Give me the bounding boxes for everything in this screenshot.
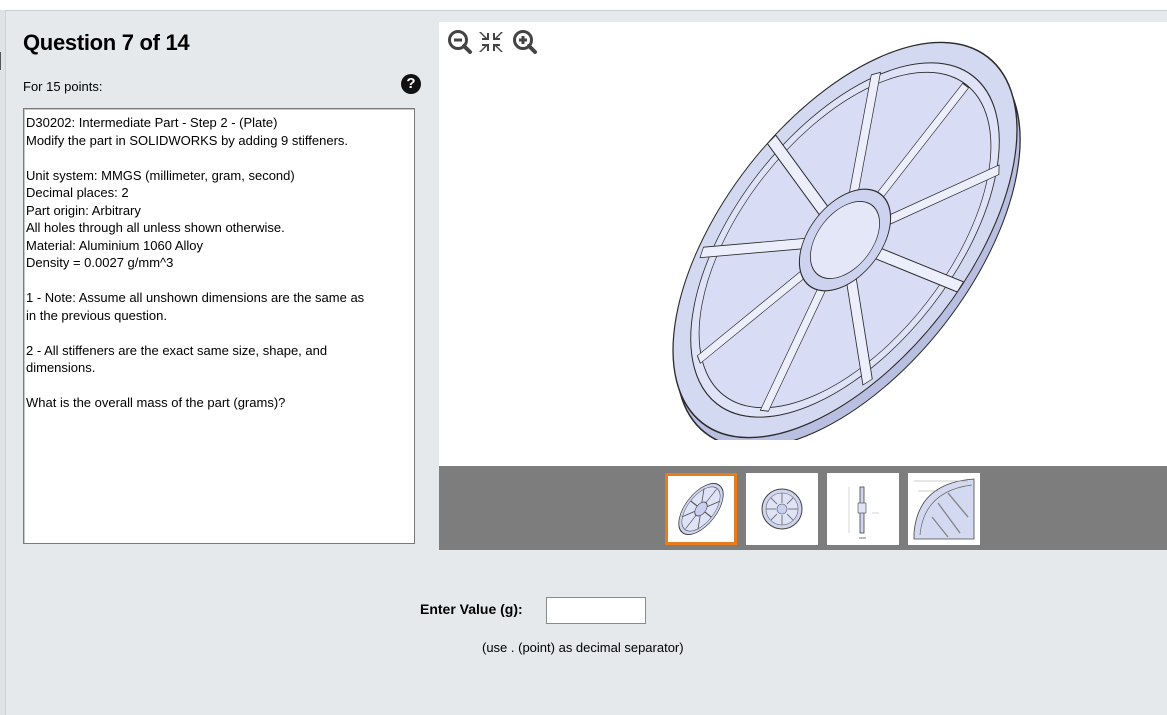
viewer-toolbar	[446, 27, 546, 59]
answer-label: Enter Value (g):	[420, 601, 523, 617]
answer-input[interactable]	[546, 597, 646, 624]
question-text-line	[26, 272, 412, 290]
thumbnail-side-view[interactable]	[827, 473, 899, 545]
question-text-line: What is the overall mass of the part (gr…	[26, 395, 286, 410]
thumbnail-detail-view[interactable]	[908, 473, 980, 545]
question-text-line: in the previous question.	[26, 307, 167, 323]
question-text-line: dimensions.	[26, 360, 96, 375]
window-edge	[0, 10, 6, 715]
question-text-line: 2 - All stiffeners are the exact same si…	[26, 342, 328, 358]
part-isometric-image	[630, 40, 1060, 449]
question-text-line: Material: Aluminium 1060 Alloy	[26, 237, 204, 253]
question-text-line	[26, 149, 412, 167]
fit-screen-icon[interactable]	[479, 32, 503, 52]
thumbnail-isometric-view[interactable]	[665, 473, 737, 545]
question-text-line: Modify the part in SOLIDWORKS by adding …	[26, 132, 349, 148]
question-circle-icon[interactable]: ?	[401, 74, 421, 94]
zoom-out-icon[interactable]	[448, 30, 472, 54]
question-text-line	[26, 324, 412, 342]
top-bar	[0, 0, 1167, 11]
question-text-line: Unit system: MMGS (millimeter, gram, sec…	[26, 167, 295, 183]
zoom-in-icon[interactable]	[513, 30, 537, 54]
thumbnail-front-view[interactable]	[746, 473, 818, 545]
decimal-hint: (use . (point) as decimal separator)	[482, 640, 684, 655]
question-text-line: 1 - Note: Assume all unshown dimensions …	[26, 290, 365, 305]
question-title: Question 7 of 14	[23, 30, 190, 55]
question-text-line	[26, 377, 412, 395]
question-text-line: Part origin: Arbitrary	[26, 202, 141, 218]
edge-marker	[0, 52, 4, 70]
question-text-box[interactable]: D30202: Intermediate Part - Step 2 - (Pl…	[23, 108, 415, 544]
points-label: For 15 points:	[23, 79, 103, 94]
question-text-line: D30202: Intermediate Part - Step 2 - (Pl…	[26, 115, 278, 130]
question-text-line: Decimal places: 2	[26, 185, 129, 200]
question-text-line: Density = 0.0027 g/mm^3	[26, 255, 174, 270]
question-text-line: All holes through all unless shown other…	[26, 220, 285, 235]
